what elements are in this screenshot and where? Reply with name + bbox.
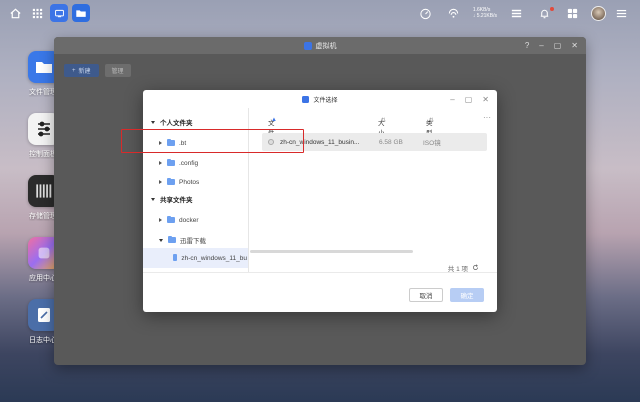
vm-window-title: 虚拟机 — [303, 41, 337, 51]
tree-item-docker[interactable]: docker — [159, 213, 199, 227]
close-icon[interactable]: ✕ — [482, 95, 489, 104]
tree-personal-folder[interactable]: 个人文件夹 — [151, 117, 193, 127]
plus-icon: + — [72, 67, 76, 74]
maximize-icon[interactable]: ▢ — [465, 95, 473, 104]
tree-item-thunder-download[interactable]: 迅雷下载 — [159, 233, 206, 247]
taskbar-vm-app-icon[interactable] — [50, 4, 68, 22]
folder-icon — [167, 177, 175, 185]
dialog-controls: – ▢ ✕ — [450, 90, 489, 108]
minimize-icon[interactable]: – — [539, 41, 543, 50]
close-icon[interactable]: ✕ — [571, 41, 578, 50]
tree-item-label: .config — [179, 159, 199, 167]
new-vm-label: 新建 — [78, 69, 91, 75]
maximize-icon[interactable]: ▢ — [554, 41, 562, 50]
folder-icon — [167, 158, 175, 166]
tree-item-label: Photos — [179, 178, 200, 186]
bell-icon[interactable] — [535, 4, 554, 22]
file-chooser-icon — [302, 95, 310, 103]
chevron-right-icon — [159, 161, 162, 165]
sort-asc-icon: ▲ — [271, 117, 277, 123]
task-list-icon[interactable] — [507, 4, 525, 22]
top-bar-tray: 1.6KB/s ↓ 5.21KB/s — [417, 0, 634, 26]
top-bar: 1.6KB/s ↓ 5.21KB/s — [0, 0, 640, 26]
dialog-title: 文件选择 — [313, 97, 338, 104]
chevron-down-icon — [151, 197, 155, 201]
folder-icon — [168, 235, 176, 243]
net-down-speed: ↓ 5.21KB/s — [472, 13, 497, 19]
tree-item-label: docker — [179, 216, 199, 224]
manage-label: 管理 — [111, 69, 124, 75]
cancel-button[interactable]: 取消 — [409, 288, 443, 302]
manage-button[interactable]: 管理 — [104, 64, 131, 77]
chevron-right-icon — [159, 180, 162, 184]
horizontal-scrollbar[interactable] — [250, 250, 413, 253]
folder-icon — [167, 215, 175, 223]
home-icon[interactable] — [6, 4, 24, 22]
avatar[interactable] — [591, 5, 606, 21]
taskbar-file-manager-icon[interactable] — [72, 4, 90, 22]
tree-item-photos[interactable]: Photos — [159, 175, 199, 189]
tree-item-label: zh-cn_windows_11_bu — [181, 254, 247, 262]
menu-icon[interactable] — [612, 4, 630, 22]
new-vm-button[interactable]: + 新建 — [64, 64, 99, 77]
folder-icon — [173, 253, 178, 261]
tree-section-label: 个人文件夹 — [160, 120, 193, 127]
file-list-header: 文件名▲ 大小⇅ 类型⇅ ··· — [250, 108, 497, 147]
vm-toolbar: + 新建 管理 — [64, 64, 131, 77]
network-speed: 1.6KB/s ↓ 5.21KB/s — [473, 7, 497, 19]
more-columns-icon[interactable]: ··· — [483, 113, 491, 122]
file-type: ISO镜 — [423, 140, 441, 147]
chevron-down-icon — [151, 120, 155, 124]
network-icon[interactable] — [445, 4, 463, 22]
tree-item-windows-iso: zh-cn_windows_11_bu — [173, 251, 247, 265]
tree-item-selected[interactable]: zh-cn_windows_11_bu — [143, 248, 248, 268]
confirm-button[interactable]: 确定 — [450, 288, 484, 302]
dialog-titlebar[interactable]: 文件选择 – ▢ ✕ — [143, 90, 497, 108]
tree-item-config[interactable]: .config — [159, 156, 198, 170]
dialog-footer: 取消 确定 — [143, 272, 497, 312]
tree-section-label: 共享文件夹 — [160, 197, 193, 204]
highlight-box — [121, 129, 304, 153]
vm-window-controls: ? – ▢ ✕ — [525, 37, 578, 54]
vm-window-titlebar[interactable]: 虚拟机 ? – ▢ ✕ — [54, 37, 586, 54]
tree-item-label: 迅雷下载 — [180, 238, 206, 245]
file-size: 6.58 GB — [379, 138, 403, 146]
widget-icon[interactable] — [563, 4, 581, 22]
sort-icon: ⇅ — [429, 118, 435, 124]
apps-grid-icon[interactable] — [28, 4, 46, 22]
vm-window-title-text: 虚拟机 — [315, 42, 337, 50]
file-chooser-dialog: 文件选择 – ▢ ✕ 个人文件夹 .bt .config Photos 共享文件… — [143, 90, 497, 312]
speedometer-icon[interactable] — [417, 4, 435, 22]
sort-icon: ⇅ — [381, 118, 387, 124]
notification-dot — [550, 7, 554, 11]
vm-app-icon — [303, 41, 312, 50]
help-icon[interactable]: ? — [525, 41, 529, 50]
tree-shared-folder[interactable]: 共享文件夹 — [151, 194, 193, 204]
minimize-icon[interactable]: – — [450, 95, 454, 104]
chevron-right-icon — [159, 218, 162, 222]
chevron-down-icon — [159, 238, 163, 242]
